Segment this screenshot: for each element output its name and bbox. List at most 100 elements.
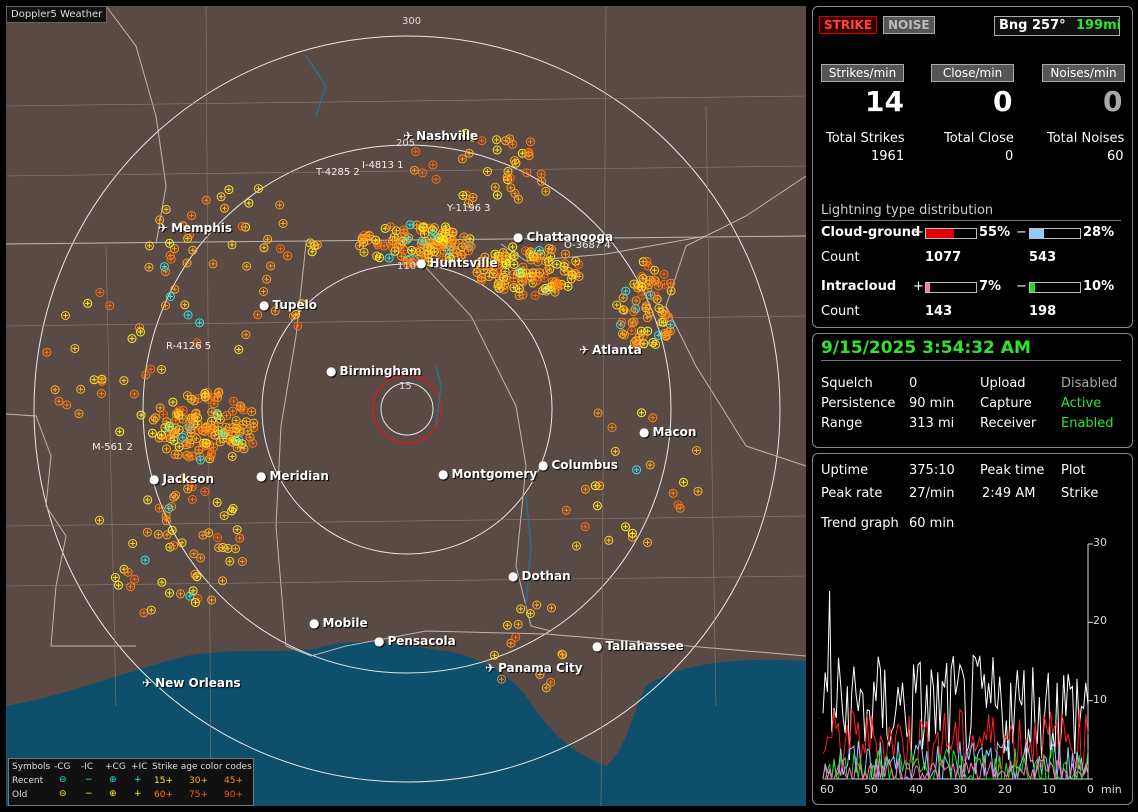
strike-marker-plus bbox=[44, 349, 50, 355]
storm-tag[interactable]: I-4813 1 bbox=[362, 160, 404, 171]
city-dot-icon: ● bbox=[513, 230, 524, 244]
strike-marker-plus bbox=[407, 222, 413, 228]
bearing-value: Bng 257° bbox=[999, 18, 1066, 33]
symbol-legend: Symbols -CG -IC +CG +IC Strike age color… bbox=[8, 758, 254, 806]
city-name: Macon bbox=[652, 425, 697, 439]
plot-value[interactable]: Strike bbox=[1061, 486, 1098, 501]
strikes-per-min-label[interactable]: Strikes/min bbox=[821, 64, 904, 82]
bearing-box: Bng 257° 199mi bbox=[994, 16, 1121, 36]
city-nashville[interactable]: ✈ Nashville bbox=[403, 129, 478, 143]
plot-label: Plot bbox=[1061, 463, 1086, 478]
persistence-value: 90 min bbox=[909, 396, 955, 411]
city-tupelo[interactable]: ● Tupelo bbox=[259, 298, 317, 312]
trend-graph bbox=[822, 543, 1093, 781]
age-old-1: 60+ bbox=[154, 790, 173, 800]
strike-marker-plus bbox=[147, 243, 152, 249]
strike-marker-plus bbox=[184, 393, 190, 399]
app-title: Doppler5 Weather bbox=[6, 6, 108, 23]
strike-marker-plus bbox=[268, 263, 274, 269]
noises-per-min-label[interactable]: Noises/min bbox=[1042, 64, 1125, 82]
range-label-300: 300 bbox=[402, 16, 422, 27]
range-label-110: 110 bbox=[397, 261, 417, 272]
close-per-min-label[interactable]: Close/min bbox=[931, 64, 1014, 82]
storm-tag[interactable]: O-3687 4 bbox=[564, 240, 611, 251]
city-panama-city[interactable]: ✈ Panama City bbox=[485, 661, 583, 675]
city-dot-icon: ● bbox=[592, 639, 603, 653]
cloud-ground-label: Cloud-ground bbox=[821, 225, 921, 240]
city-name: Atlanta bbox=[592, 343, 642, 357]
strike-marker-plus bbox=[582, 524, 588, 530]
distribution-title: Lightning type distribution bbox=[821, 203, 994, 218]
strike-marker-plus bbox=[148, 607, 154, 613]
city-montgomery[interactable]: ● Montgomery bbox=[438, 467, 537, 481]
range-label: Range bbox=[821, 416, 863, 431]
noise-toggle[interactable]: NOISE bbox=[883, 16, 935, 34]
strike-marker-plus bbox=[198, 555, 204, 561]
legend-pos-cg: +CG bbox=[105, 762, 126, 772]
strike-marker-plus bbox=[56, 398, 62, 404]
strike-marker-plus bbox=[121, 378, 127, 384]
city-jackson[interactable]: ● Jackson bbox=[149, 472, 214, 486]
ic-plus-sign: + bbox=[913, 279, 924, 294]
close-per-min-value: 0 bbox=[993, 85, 1013, 118]
strike-marker-plus bbox=[459, 156, 465, 162]
storm-tag[interactable]: M-561 2 bbox=[92, 442, 133, 453]
city-birmingham[interactable]: ● Birmingham bbox=[326, 364, 422, 378]
range-value: 313 mi bbox=[909, 416, 955, 431]
strike-marker-plus bbox=[64, 402, 70, 408]
city-huntsville[interactable]: ● Huntsville bbox=[416, 256, 498, 270]
strike-marker-plus bbox=[172, 451, 178, 457]
strike-marker-plus bbox=[226, 187, 232, 193]
strike-marker-plus bbox=[508, 185, 514, 191]
strike-marker-plus bbox=[511, 279, 517, 284]
strike-marker-plus bbox=[217, 439, 223, 445]
city-memphis[interactable]: ✈ Memphis bbox=[158, 221, 232, 235]
legend-neg-cg: -CG bbox=[54, 762, 71, 772]
strike-marker-plus bbox=[486, 274, 492, 280]
ic-negative-bar bbox=[1029, 282, 1081, 293]
strike-marker-plus bbox=[229, 454, 235, 459]
city-dot-icon: ● bbox=[416, 256, 427, 270]
strike-marker-plus bbox=[574, 543, 579, 549]
ic-positive-percent: 7% bbox=[979, 279, 1002, 294]
cg-minus-sign: − bbox=[1016, 225, 1027, 240]
legend-age-title: Strike age color codes bbox=[152, 762, 252, 772]
city-dothan[interactable]: ● Dothan bbox=[508, 569, 571, 583]
lightning-map[interactable]: Doppler5 Weather 300 205 110 15 ✈ Nashville ✈… bbox=[6, 6, 806, 806]
strike-marker-plus bbox=[413, 149, 419, 155]
strike-marker-plus bbox=[210, 261, 216, 267]
city-meridian[interactable]: ● Meridian bbox=[256, 469, 329, 483]
x-tick-0: 0 bbox=[1087, 783, 1094, 796]
strike-marker-plus bbox=[681, 479, 686, 485]
strike-marker-plus bbox=[148, 366, 154, 372]
city-atlanta[interactable]: ✈ Atlanta bbox=[579, 343, 642, 357]
city-tallahassee[interactable]: ● Tallahassee bbox=[592, 639, 684, 653]
storm-tag[interactable]: T-4285 2 bbox=[316, 167, 360, 178]
strike-marker-plus bbox=[63, 313, 68, 318]
ic-positive-bar bbox=[925, 282, 977, 293]
strike-marker-plus bbox=[532, 293, 538, 298]
city-mobile[interactable]: ● Mobile bbox=[309, 616, 368, 630]
strike-marker-plus bbox=[178, 591, 183, 597]
strike-marker-plus bbox=[694, 448, 699, 453]
strike-marker-plus bbox=[280, 221, 286, 226]
city-new-orleans[interactable]: ✈ New Orleans bbox=[142, 676, 241, 690]
city-dot-icon: ● bbox=[538, 458, 549, 472]
strike-marker-plus bbox=[230, 408, 236, 414]
city-macon[interactable]: ● Macon bbox=[639, 425, 696, 439]
strike-marker-plus bbox=[130, 541, 136, 546]
strike-toggle[interactable]: STRIKE bbox=[819, 16, 878, 34]
neg-ic-old-icon: − bbox=[85, 789, 93, 799]
storm-tag[interactable]: Y-1196 3 bbox=[447, 203, 491, 214]
storm-tag[interactable]: R-4126 5 bbox=[166, 341, 211, 352]
city-dot-icon: ● bbox=[149, 472, 160, 486]
strike-marker-plus bbox=[244, 263, 250, 269]
strike-marker-plus bbox=[411, 167, 417, 173]
strike-marker-plus bbox=[112, 575, 118, 580]
strike-marker-plus bbox=[639, 292, 645, 298]
strike-marker-plus bbox=[647, 462, 653, 468]
uptime-value: 375:10 bbox=[909, 463, 955, 478]
city-pensacola[interactable]: ● Pensacola bbox=[374, 634, 456, 648]
strike-marker-plus bbox=[132, 576, 138, 582]
city-columbus[interactable]: ● Columbus bbox=[538, 458, 618, 472]
